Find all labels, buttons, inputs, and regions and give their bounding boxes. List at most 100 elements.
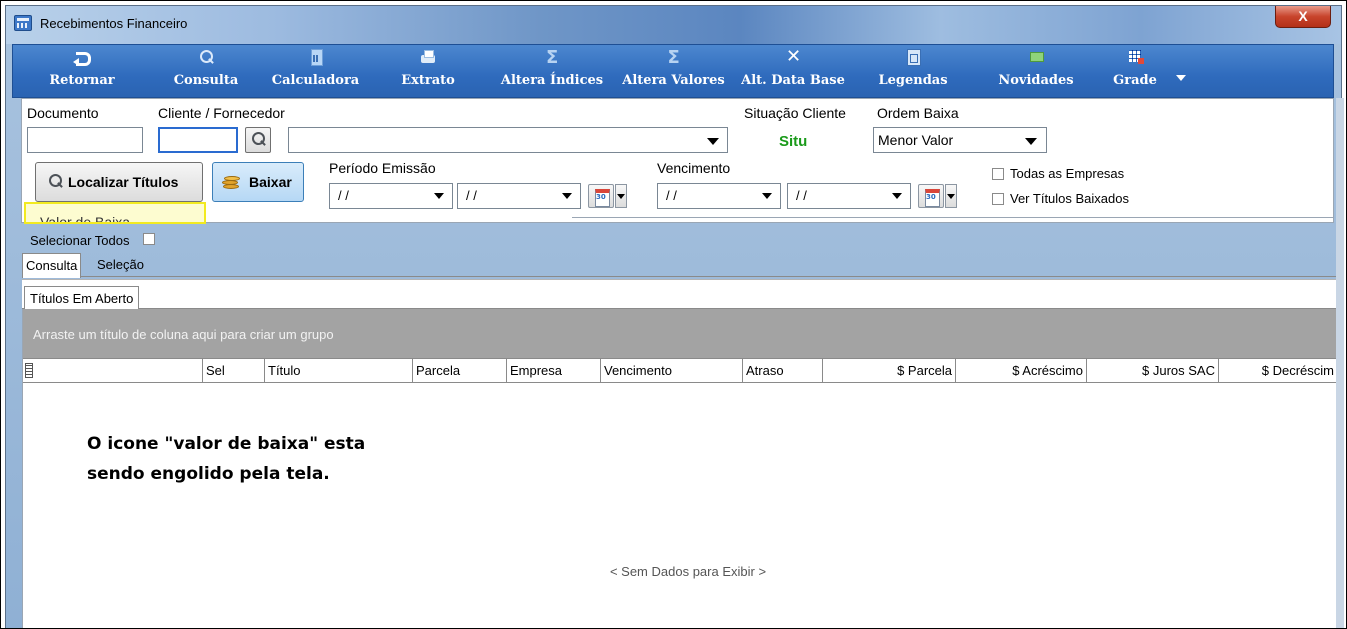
vencimento-end-value: / / xyxy=(796,188,807,203)
valor-baixa-highlight: Valor de Baixa xyxy=(24,202,206,224)
altera-valores-button[interactable]: Altera Valores xyxy=(616,47,731,95)
periodo-start-value: / / xyxy=(338,188,349,203)
extrato-button[interactable]: Extrato xyxy=(393,49,463,95)
column-header-decrescimo[interactable]: $ Decréscim xyxy=(1219,359,1337,383)
column-chooser-icon[interactable] xyxy=(25,363,33,378)
localizar-titulos-label: Localizar Títulos xyxy=(68,174,179,190)
calendar-icon[interactable] xyxy=(918,184,944,208)
column-header-juros-sac[interactable]: $ Juros SAC xyxy=(1087,359,1219,383)
calculadora-label: Calculadora xyxy=(271,73,360,88)
filter-panel: Documento Cliente / Fornecedor Situação … xyxy=(21,98,1334,224)
window-title: Recebimentos Financeiro xyxy=(40,16,188,31)
altera-valores-label: Altera Valores xyxy=(622,73,725,88)
ver-baixados-label: Ver Títulos Baixados xyxy=(1010,191,1129,206)
baixar-button[interactable]: Baixar xyxy=(212,162,304,202)
periodo-start-date[interactable]: / / xyxy=(329,183,453,209)
retornar-label: Retornar xyxy=(49,73,115,88)
ver-baixados-checkbox[interactable] xyxy=(992,193,1004,205)
calculator-icon xyxy=(307,49,325,67)
vencimento-end-date[interactable]: / / xyxy=(787,183,911,209)
tools-icon xyxy=(784,46,802,67)
chevron-down-icon[interactable] xyxy=(762,193,772,199)
group-hint-text: Arraste um título de coluna aqui para cr… xyxy=(33,327,334,342)
grid-header: Sel Título Parcela Empresa Vencimento At… xyxy=(23,358,1336,383)
sigma-icon xyxy=(665,47,683,68)
column-chooser[interactable] xyxy=(23,359,203,383)
chevron-down-icon[interactable] xyxy=(562,193,572,199)
alt-data-base-label: Alt. Data Base xyxy=(741,73,845,88)
annotation-text: O icone "valor de baixa" esta sendo engo… xyxy=(87,429,365,489)
situacao-value: Situ xyxy=(779,133,808,150)
column-header-titulo[interactable]: Título xyxy=(265,359,413,383)
cliente-name-combo[interactable] xyxy=(288,127,728,153)
back-arrow-icon xyxy=(73,49,91,67)
periodo-end-value: / / xyxy=(466,188,477,203)
ordem-baixa-select[interactable]: Menor Valor xyxy=(873,127,1047,153)
todas-empresas-label: Todas as Empresas xyxy=(1010,166,1125,181)
cliente-label: Cliente / Fornecedor xyxy=(158,105,285,121)
search-icon xyxy=(249,131,267,149)
novidades-button[interactable]: Novidades xyxy=(993,49,1079,95)
toolbar: Retornar Consulta Calculadora Extrato Al… xyxy=(12,44,1334,98)
alt-data-base-button[interactable]: Alt. Data Base xyxy=(737,46,849,95)
chevron-down-icon[interactable] xyxy=(1025,138,1037,145)
inner-tabs: Títulos Em Aberto xyxy=(22,279,1336,310)
extrato-label: Extrato xyxy=(401,73,455,88)
valor-baixa-label[interactable]: Valor de Baixa xyxy=(40,214,130,222)
periodo-emissao-label: Período Emissão xyxy=(329,160,436,176)
localizar-titulos-button[interactable]: Localizar Títulos xyxy=(35,162,203,202)
chevron-down-icon[interactable] xyxy=(434,193,444,199)
chevron-down-icon[interactable] xyxy=(707,138,719,145)
grid-icon xyxy=(1126,49,1144,67)
close-button[interactable]: X xyxy=(1275,6,1331,28)
outer-tabs: Consulta Seleção xyxy=(22,251,1336,278)
legend-icon xyxy=(904,49,922,67)
vencimento-start-date[interactable]: / / xyxy=(657,183,781,209)
selecionar-todos-checkbox[interactable] xyxy=(143,233,155,245)
tab-selecao[interactable]: Seleção xyxy=(94,253,147,277)
right-border xyxy=(1336,98,1344,628)
calculadora-button[interactable]: Calculadora xyxy=(268,49,363,95)
chevron-down-icon[interactable] xyxy=(615,184,627,208)
chevron-down-icon[interactable] xyxy=(945,184,957,208)
consulta-label: Consulta xyxy=(173,73,239,88)
vencimento-label: Vencimento xyxy=(657,160,731,176)
column-header-acrescimo[interactable]: $ Acréscimo xyxy=(956,359,1087,383)
grade-dropdown-icon[interactable] xyxy=(1176,75,1186,81)
column-header-empresa[interactable]: Empresa xyxy=(507,359,601,383)
printer-icon xyxy=(419,49,437,67)
periodo-end-date[interactable]: / / xyxy=(457,183,581,209)
calendar-icon[interactable] xyxy=(588,184,614,208)
cliente-code-input[interactable] xyxy=(158,127,238,153)
legendas-button[interactable]: Legendas xyxy=(873,49,953,95)
altera-indices-button[interactable]: Altera Índices xyxy=(497,47,607,95)
ordem-baixa-value: Menor Valor xyxy=(878,132,954,148)
chevron-down-icon[interactable] xyxy=(892,193,902,199)
title-bar[interactable]: Recebimentos Financeiro X xyxy=(6,6,1341,44)
consulta-button[interactable]: Consulta xyxy=(166,49,246,95)
sigma-icon xyxy=(543,47,561,68)
empty-state-text: < Sem Dados para Exibir > xyxy=(609,564,767,579)
tab-titulos-em-aberto[interactable]: Títulos Em Aberto xyxy=(24,286,140,310)
column-header-atraso[interactable]: Atraso xyxy=(743,359,823,383)
grade-button[interactable]: Grade xyxy=(1107,49,1163,95)
altera-indices-label: Altera Índices xyxy=(500,73,604,88)
column-header-vencimento[interactable]: Vencimento xyxy=(601,359,743,383)
panel-divider xyxy=(572,217,1334,218)
column-header-parcela[interactable]: Parcela xyxy=(413,359,507,383)
group-by-bar[interactable]: Arraste um título de coluna aqui para cr… xyxy=(23,309,1336,358)
tab-consulta[interactable]: Consulta xyxy=(22,253,82,278)
grade-label: Grade xyxy=(1113,73,1157,88)
documento-label: Documento xyxy=(27,105,99,121)
selecionar-todos-label: Selecionar Todos xyxy=(30,233,130,248)
ordem-baixa-label: Ordem Baixa xyxy=(877,105,959,121)
todas-empresas-checkbox[interactable] xyxy=(992,168,1004,180)
documento-input[interactable] xyxy=(27,127,143,153)
column-header-parcela-valor[interactable]: $ Parcela xyxy=(823,359,956,383)
column-header-sel[interactable]: Sel xyxy=(203,359,265,383)
news-icon xyxy=(1027,49,1045,67)
annotation-line-2: sendo engolido pela tela. xyxy=(87,464,330,484)
retornar-button[interactable]: Retornar xyxy=(47,49,117,95)
cliente-search-button[interactable] xyxy=(245,127,271,153)
legendas-label: Legendas xyxy=(878,73,948,88)
